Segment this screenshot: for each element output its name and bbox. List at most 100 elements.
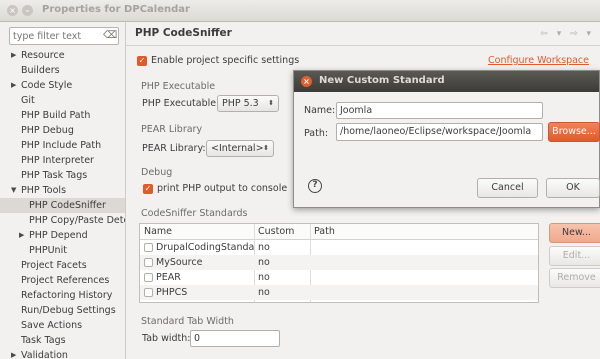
tree-item[interactable]: PHP Interpreter <box>0 153 125 168</box>
help-icon[interactable]: ? <box>308 179 322 193</box>
tree-item-label: Project References <box>21 275 110 286</box>
tree-item[interactable]: ▶ Resource <box>0 48 125 63</box>
collapsed-arrow-icon[interactable]: ▶ <box>11 48 16 63</box>
collapsed-arrow-icon[interactable]: ▶ <box>11 348 16 359</box>
table-row[interactable]: MySource no <box>140 255 538 270</box>
filter-field[interactable]: ⌫ <box>9 27 119 45</box>
php-executable-select[interactable]: PHP 5.3 ⬍ <box>217 95 279 112</box>
tree-item[interactable]: Run/Debug Settings <box>0 303 125 318</box>
tree-item-label: PHP Task Tags <box>21 170 88 181</box>
clear-filter-icon[interactable]: ⌫ <box>103 30 117 42</box>
pear-library-section-title: PEAR Library <box>141 124 203 135</box>
new-custom-standard-dialog: × New Custom Standard Name: Joomla Path:… <box>293 70 600 208</box>
standard-name-cell: PHPCS <box>156 287 188 298</box>
tree-item[interactable]: ▶ Code Style <box>0 78 125 93</box>
tree-item[interactable]: Save Actions <box>0 318 125 333</box>
name-label: Name: <box>304 105 336 116</box>
php-executable-value: PHP 5.3 <box>222 98 259 109</box>
pear-library-label: PEAR Library: <box>142 143 206 154</box>
tree-item[interactable]: ▼ PHP Tools <box>0 183 125 198</box>
standards-table[interactable]: Name Custom Path DrupalCodingStandard no M… <box>139 223 539 303</box>
enable-project-settings-checkbox[interactable]: ✓ <box>137 56 147 66</box>
tree-item[interactable]: ▶ Validation <box>0 348 125 359</box>
window-close-button[interactable]: × <box>7 5 18 16</box>
row-checkbox[interactable] <box>144 288 153 297</box>
tree-item-label: PHP Tools <box>21 185 67 196</box>
table-row[interactable]: PHPCS no <box>140 285 538 300</box>
tree-item[interactable]: Task Tags <box>0 333 125 348</box>
standard-name-cell: MySource <box>156 257 203 268</box>
tree-item[interactable]: Project Facets <box>0 258 125 273</box>
column-header-path[interactable]: Path <box>314 226 335 237</box>
row-checkbox[interactable] <box>144 258 153 267</box>
window-title: Properties for DPCalendar <box>42 4 190 15</box>
tree-item-label: Refactoring History <box>21 290 113 301</box>
preferences-sidebar: ⌫ ▶ Resource Builders ▶ Code Style Git PHP Bui… <box>0 22 125 359</box>
tree-item[interactable]: PHP Debug <box>0 123 125 138</box>
preferences-tree: ▶ Resource Builders ▶ Code Style Git PHP Build… <box>0 48 125 359</box>
tree-item[interactable]: Project References <box>0 273 125 288</box>
tree-item-label: Run/Debug Settings <box>21 305 116 316</box>
standard-custom-cell: no <box>258 287 270 298</box>
standard-custom-cell: no <box>258 272 270 283</box>
codesniffer-standards-section-title: CodeSniffer Standards <box>141 208 248 219</box>
tree-item-label: PHP Interpreter <box>21 155 94 166</box>
print-php-output-label: print PHP output to console <box>157 183 288 194</box>
table-header: Name Custom Path <box>140 224 538 240</box>
tab-width-field[interactable]: 0 <box>190 330 280 347</box>
table-row[interactable]: PEAR no <box>140 270 538 285</box>
tree-item-label: PHP Build Path <box>21 110 91 121</box>
tree-item[interactable]: PHPUnit <box>0 243 125 258</box>
column-header-name[interactable]: Name <box>144 226 172 237</box>
php-executable-section-title: PHP Executable <box>141 81 216 92</box>
tree-item[interactable]: Refactoring History <box>0 288 125 303</box>
debug-section-title: Debug <box>141 167 173 178</box>
table-row[interactable]: DrupalCodingStandard no <box>140 240 538 255</box>
print-php-output-checkbox[interactable]: ✓ <box>143 184 153 194</box>
path-field[interactable]: /home/laoneo/Eclipse/workspace/Joomla <box>336 123 543 141</box>
tree-item[interactable]: PHP Build Path <box>0 108 125 123</box>
tree-item-label: PHPUnit <box>29 245 67 256</box>
standard-name-cell: PEAR <box>156 272 181 283</box>
tree-item[interactable]: Builders <box>0 63 125 78</box>
browse-button[interactable]: Browse... <box>548 122 600 142</box>
new-standard-button[interactable]: New... <box>549 223 600 243</box>
select-arrow-icon: ⬍ <box>268 99 274 107</box>
dialog-title: New Custom Standard <box>319 75 445 86</box>
configure-workspace-link[interactable]: Configure Workspace <box>488 55 589 66</box>
tree-item-label: Resource <box>21 50 65 61</box>
tree-item[interactable]: Git <box>0 93 125 108</box>
row-checkbox[interactable] <box>144 273 153 282</box>
history-nav-icons[interactable]: ⇦ ▾ ⇨ ▾ <box>540 29 594 39</box>
tree-item-label: PHP Copy/Paste Detector <box>29 215 125 226</box>
filter-input[interactable] <box>13 29 99 43</box>
pear-library-value: <Internal> <box>211 143 264 154</box>
row-checkbox[interactable] <box>144 243 153 252</box>
dialog-close-icon[interactable]: × <box>301 76 312 87</box>
tree-item[interactable]: PHP Include Path <box>0 138 125 153</box>
collapsed-arrow-icon[interactable]: ▶ <box>19 228 24 243</box>
column-header-custom[interactable]: Custom <box>258 226 294 237</box>
page-title: PHP CodeSniffer <box>135 27 232 39</box>
tree-item-label: Save Actions <box>21 320 83 331</box>
tree-item-label: Validation <box>21 350 68 359</box>
name-field[interactable]: Joomla <box>336 102 543 119</box>
edit-standard-button[interactable]: Edit... <box>549 246 600 266</box>
tree-item-label: Project Facets <box>21 260 87 271</box>
collapsed-arrow-icon[interactable]: ▶ <box>11 78 16 93</box>
pear-library-select[interactable]: <Internal> ⬍ <box>206 140 274 157</box>
expanded-arrow-icon[interactable]: ▼ <box>11 183 16 198</box>
tree-item-label: PHP Include Path <box>21 140 102 151</box>
dialog-titlebar: × New Custom Standard <box>294 71 599 92</box>
ok-button[interactable]: OK <box>546 178 600 198</box>
tab-width-section-title: Standard Tab Width <box>141 316 234 327</box>
tree-item[interactable]: PHP Task Tags <box>0 168 125 183</box>
cancel-button[interactable]: Cancel <box>477 178 538 198</box>
remove-standard-button[interactable]: Remove <box>549 268 600 288</box>
window-minimize-button[interactable]: – <box>22 5 33 16</box>
tree-item-label: PHP Depend <box>29 230 88 241</box>
tree-item[interactable]: PHP CodeSniffer <box>0 198 125 213</box>
tree-item-label: PHP CodeSniffer <box>29 200 106 211</box>
tree-item[interactable]: ▶ PHP Depend <box>0 228 125 243</box>
tree-item[interactable]: PHP Copy/Paste Detector <box>0 213 125 228</box>
